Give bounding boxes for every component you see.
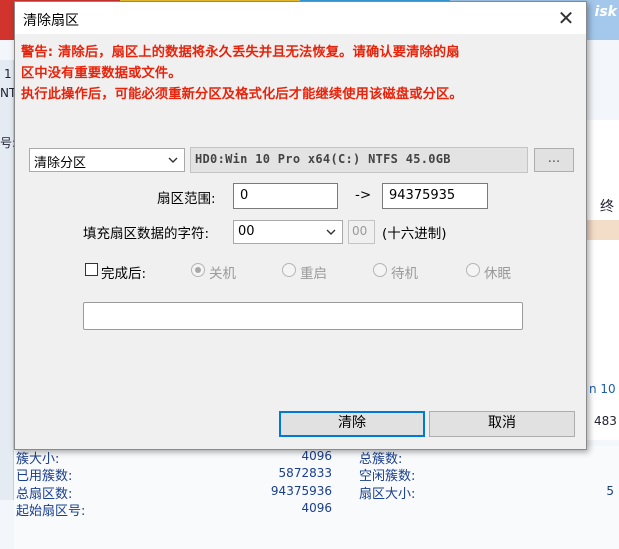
fill-hex-input[interactable]: 00 — [348, 220, 375, 244]
dialog-title: 清除扇区 — [23, 13, 79, 29]
clear-button[interactable]: 清除 — [279, 411, 425, 437]
sector-range-label: 扇区范围: — [157, 191, 216, 207]
background-right-number: 483 — [594, 414, 617, 428]
clear-mode-select[interactable]: 清除分区 — [29, 148, 185, 172]
close-button[interactable]: ✕ — [550, 6, 582, 30]
radio-restart-label: 重启 — [300, 266, 327, 282]
cancel-button[interactable]: 取消 — [429, 411, 575, 437]
radio-restart[interactable] — [282, 263, 296, 277]
warning-line: 区中没有重要数据或文件。 — [21, 66, 182, 81]
background-partition-text: n 10 — [589, 382, 616, 396]
fill-char-value: 00 — [238, 224, 255, 239]
radio-shutdown[interactable] — [191, 263, 205, 277]
total-sectors-value: 94375936 — [270, 484, 332, 498]
range-end-input[interactable]: 94375935 — [382, 183, 488, 209]
warning-message: 警告: 清除后，扇区上的数据将永久丢失并且无法恢复。请确认要清除的扇 区中没有重… — [21, 42, 576, 105]
radio-hibernate[interactable] — [466, 263, 480, 277]
free-clusters-label: 空闲簇数: — [359, 469, 416, 484]
disk-partition-field: HD0:Win 10 Pro x64(C:) NTFS 45.0GB — [190, 147, 528, 173]
chevron-down-icon — [168, 157, 178, 163]
warning-line: 警告: 清除后，扇区上的数据将永久丢失并且无法恢复。请确认要清除的扇 — [21, 45, 460, 60]
fill-char-label: 填充扇区数据的字符: — [83, 226, 210, 242]
start-sector-label: 起始扇区号: — [16, 504, 86, 519]
radio-hibernate-label: 休眠 — [484, 266, 511, 282]
radio-selected-dot — [195, 267, 201, 273]
range-end-value: 94375935 — [389, 188, 456, 203]
after-complete-checkbox[interactable] — [85, 263, 98, 276]
clear-sectors-dialog: 清除扇区 ✕ 警告: 清除后，扇区上的数据将永久丢失并且无法恢复。请确认要清除的… — [14, 1, 587, 450]
background-column-header: 终 — [600, 199, 614, 215]
used-clusters-label: 已用簇数: — [16, 469, 73, 484]
start-sector-value: 4096 — [301, 501, 332, 515]
radio-shutdown-label: 关机 — [209, 266, 236, 282]
browse-button[interactable]: ... — [534, 148, 574, 172]
warning-line: 执行此操作后，可能必须重新分区及格式化后才能继续使用该磁盘或分区。 — [21, 87, 463, 102]
clear-mode-value: 清除分区 — [34, 156, 87, 171]
disk-partition-text: HD0:Win 10 Pro x64(C:) NTFS 45.0GB — [195, 152, 451, 166]
close-icon: ✕ — [557, 6, 575, 30]
range-start-value: 0 — [240, 188, 249, 203]
cluster-size-value: 4096 — [301, 449, 332, 463]
background-brand-fragment: isk — [594, 4, 617, 20]
range-start-input[interactable]: 0 — [233, 183, 338, 209]
chevron-down-icon — [326, 229, 336, 235]
used-clusters-value: 5872833 — [278, 466, 332, 480]
after-complete-label: 完成后: — [101, 266, 147, 282]
sector-size-value: 5 — [606, 484, 614, 498]
progress-bar — [83, 302, 523, 330]
background-row-highlight — [586, 220, 619, 240]
range-arrow: -> — [355, 187, 372, 203]
hex-note: (十六进制) — [382, 226, 447, 242]
fill-hex-value: 00 — [352, 224, 368, 238]
dialog-titlebar[interactable]: 清除扇区 ✕ — [15, 2, 586, 34]
fill-char-select[interactable]: 00 — [233, 220, 343, 244]
background-left-column — [0, 60, 14, 500]
background-left-text: 1 — [4, 67, 12, 81]
radio-standby-label: 待机 — [391, 266, 418, 282]
radio-standby[interactable] — [373, 263, 387, 277]
sector-size-label: 扇区大小: — [359, 487, 416, 502]
